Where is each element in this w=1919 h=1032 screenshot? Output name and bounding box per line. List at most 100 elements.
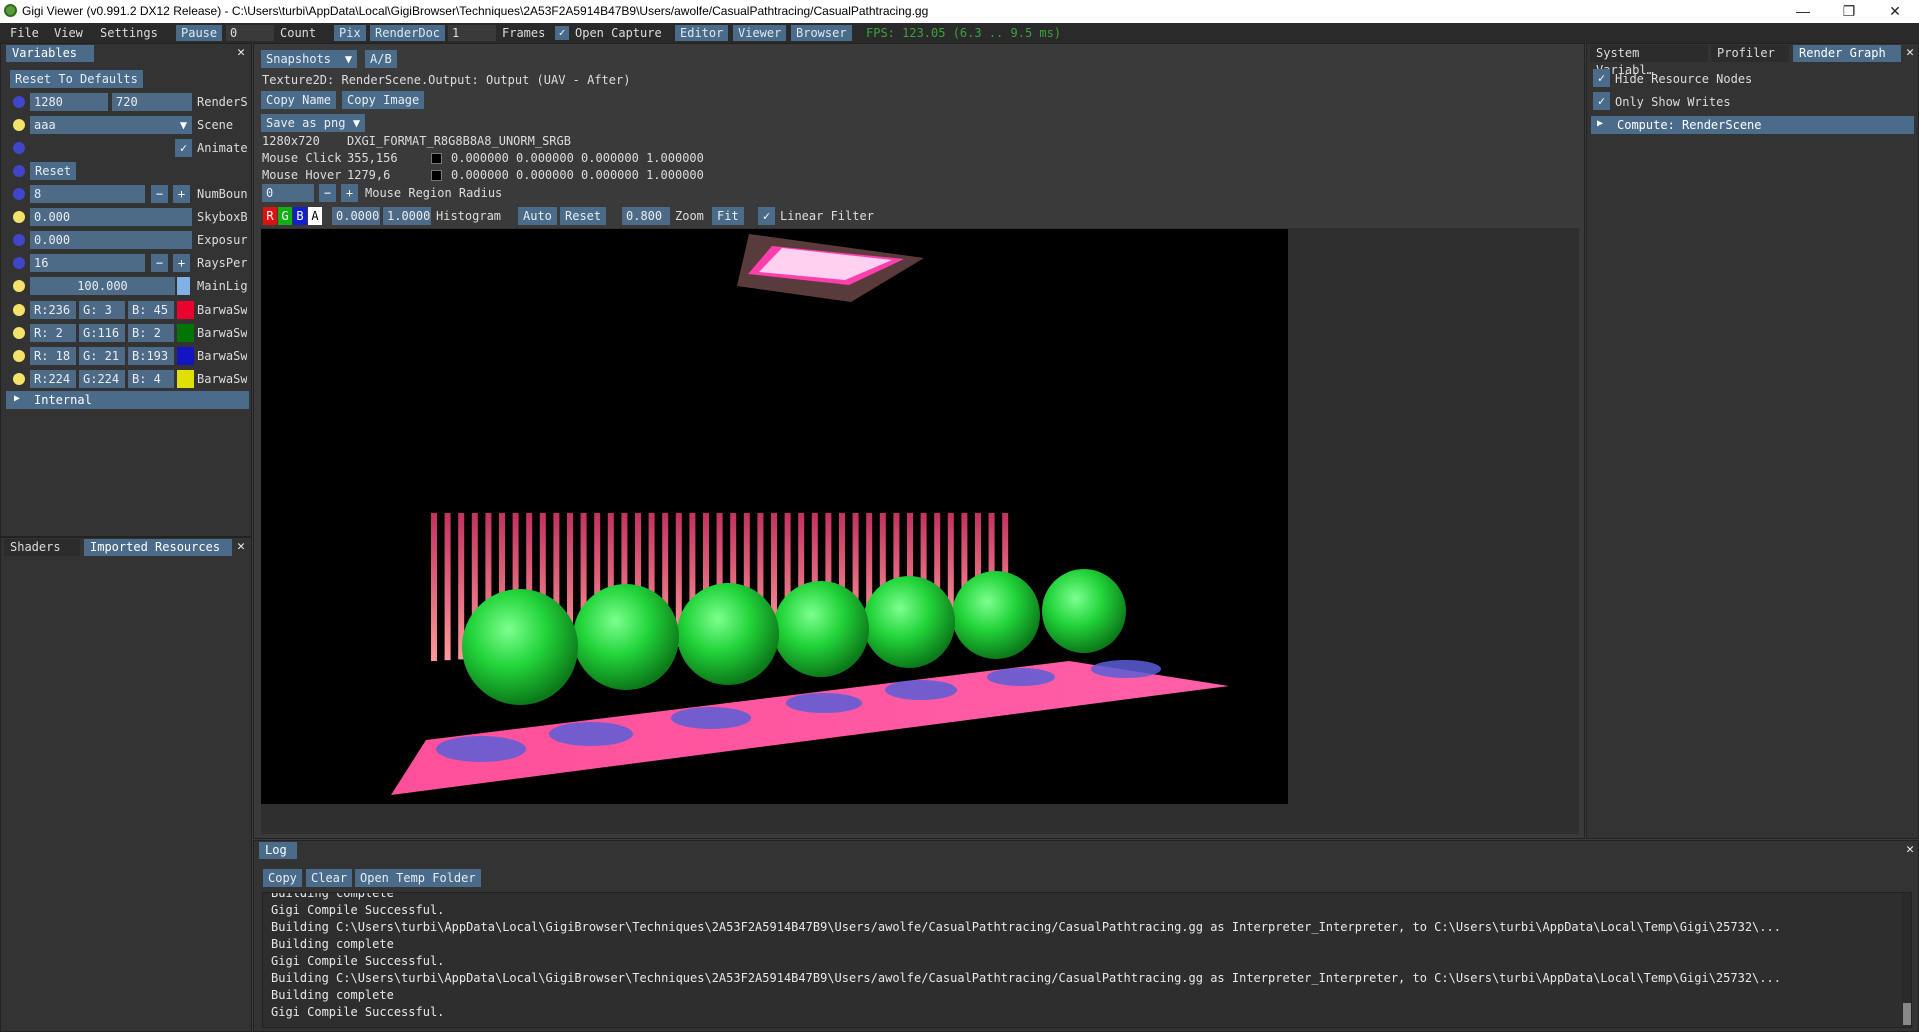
swatch-g-input[interactable]: G:224 bbox=[79, 370, 125, 388]
auto-button[interactable]: Auto bbox=[518, 207, 557, 225]
main-light-input[interactable]: 100.000 bbox=[30, 277, 175, 295]
log-scrollbar[interactable] bbox=[1902, 893, 1911, 1027]
increment-button[interactable]: + bbox=[173, 185, 190, 203]
tab-variables[interactable]: Variables bbox=[6, 45, 94, 62]
swatch-g-input[interactable]: G:116 bbox=[79, 324, 125, 342]
channel-a-toggle[interactable]: A bbox=[308, 207, 322, 225]
swatch-r-input[interactable]: R:236 bbox=[30, 301, 76, 319]
reset-to-defaults-button[interactable]: Reset To Defaults bbox=[10, 70, 143, 88]
texture-dimensions: 1280x720 bbox=[262, 134, 320, 148]
hide-resource-nodes-check-icon[interactable]: ✓ bbox=[1593, 69, 1610, 87]
main-light-color-swatch[interactable] bbox=[177, 277, 190, 295]
render-graph-node-renderscene[interactable]: ▶ Compute: RenderScene bbox=[1591, 116, 1914, 134]
copy-image-button[interactable]: Copy Image bbox=[342, 91, 425, 109]
zoom-input[interactable]: 0.800 bbox=[622, 207, 670, 225]
histogram-min-input[interactable]: 0.0000 bbox=[332, 207, 380, 225]
log-panel: Log ✕ Copy Clear Open Temp Folder Buildi… bbox=[253, 840, 1919, 1032]
swatch-b-input[interactable]: B:193 bbox=[128, 347, 174, 365]
count-label: Count bbox=[280, 26, 317, 40]
frames-input[interactable]: 1 bbox=[448, 25, 496, 41]
copy-name-button[interactable]: Copy Name bbox=[261, 91, 337, 109]
linear-filter-check-icon[interactable]: ✓ bbox=[758, 207, 775, 225]
variable-dot-icon bbox=[13, 234, 25, 246]
pause-button[interactable]: Pause bbox=[176, 25, 223, 41]
maximize-button[interactable]: ❐ bbox=[1826, 0, 1872, 23]
render-graph-node-label: Compute: RenderScene bbox=[1617, 118, 1762, 132]
swatch-b-input[interactable]: B: 4 bbox=[128, 370, 174, 388]
swatch-color-preview[interactable] bbox=[177, 347, 194, 365]
rays-per-pixel-input[interactable]: 16 bbox=[30, 254, 145, 272]
ab-button[interactable]: A/B bbox=[365, 50, 397, 68]
exposure-input[interactable]: 0.000 bbox=[30, 231, 192, 249]
decrement-button[interactable]: − bbox=[319, 184, 336, 202]
browser-button[interactable]: Browser bbox=[791, 25, 852, 41]
swatch-g-input[interactable]: G: 21 bbox=[79, 347, 125, 365]
tab-log[interactable]: Log bbox=[259, 842, 297, 859]
increment-button[interactable]: + bbox=[173, 254, 190, 272]
chevron-down-icon[interactable]: ▼ bbox=[175, 116, 192, 134]
renderdoc-button[interactable]: RenderDoc bbox=[370, 25, 446, 41]
swatch-color-preview[interactable] bbox=[177, 370, 194, 388]
save-as-select[interactable]: Save as png bbox=[261, 114, 349, 132]
fps-readout: FPS: 123.05 (6.3 .. 9.5 ms) bbox=[866, 26, 1062, 40]
menu-file[interactable]: File bbox=[10, 26, 39, 40]
mouse-region-radius-input[interactable]: 0 bbox=[262, 184, 314, 202]
histogram-max-input[interactable]: 1.0000 bbox=[383, 207, 431, 225]
render-width-input[interactable]: 1280 bbox=[30, 93, 108, 111]
log-scrollbar-thumb[interactable] bbox=[1903, 1003, 1911, 1025]
render-height-input[interactable]: 720 bbox=[112, 93, 192, 111]
swatch-r-input[interactable]: R: 2 bbox=[30, 324, 76, 342]
menu-view[interactable]: View bbox=[54, 26, 83, 40]
chevron-down-icon[interactable]: ▼ bbox=[340, 50, 357, 68]
swatch-color-preview[interactable] bbox=[177, 301, 194, 319]
swatch-g-input[interactable]: G: 3 bbox=[79, 301, 125, 319]
decrement-button[interactable]: − bbox=[151, 254, 168, 272]
animate-check-icon[interactable]: ✓ bbox=[175, 139, 192, 157]
snapshots-select[interactable]: Snapshots bbox=[261, 50, 341, 68]
close-icon[interactable]: ✕ bbox=[1903, 46, 1917, 60]
close-icon[interactable]: ✕ bbox=[234, 540, 248, 554]
log-clear-button[interactable]: Clear bbox=[306, 869, 353, 887]
pause-count-input[interactable]: 0 bbox=[226, 25, 274, 41]
open-temp-folder-button[interactable]: Open Temp Folder bbox=[355, 869, 481, 887]
swatch-b-input[interactable]: B: 2 bbox=[128, 324, 174, 342]
channel-r-toggle[interactable]: R bbox=[263, 207, 277, 225]
tab-profiler[interactable]: Profiler bbox=[1711, 45, 1789, 62]
close-icon[interactable]: ✕ bbox=[234, 46, 248, 60]
decrement-button[interactable]: − bbox=[151, 185, 168, 203]
editor-button[interactable]: Editor bbox=[675, 25, 729, 41]
channel-b-toggle[interactable]: B bbox=[293, 207, 307, 225]
swatch-color-preview[interactable] bbox=[177, 324, 194, 342]
log-output[interactable]: Building complete Gigi Compile Successful… bbox=[262, 892, 1912, 1028]
viewer-button[interactable]: Viewer bbox=[733, 25, 787, 41]
fit-button[interactable]: Fit bbox=[712, 207, 744, 225]
menu-settings[interactable]: Settings bbox=[100, 26, 158, 40]
swatch-b-input[interactable]: B: 45 bbox=[128, 301, 174, 319]
histogram-reset-button[interactable]: Reset bbox=[560, 207, 607, 225]
log-copy-button[interactable]: Copy bbox=[263, 869, 302, 887]
chevron-down-icon[interactable]: ▼ bbox=[348, 114, 365, 132]
internal-group-header[interactable]: ▶ Internal bbox=[6, 391, 249, 409]
only-show-writes-check-icon[interactable]: ✓ bbox=[1593, 92, 1610, 110]
tab-shaders[interactable]: Shaders bbox=[4, 539, 80, 556]
swatch-r-input[interactable]: R: 18 bbox=[30, 347, 76, 365]
minimize-button[interactable]: — bbox=[1780, 0, 1826, 23]
chevron-right-icon: ▶ bbox=[14, 393, 21, 404]
tab-system-variables[interactable]: System Variabl… bbox=[1590, 45, 1708, 77]
close-icon[interactable]: ✕ bbox=[1903, 843, 1917, 857]
increment-button[interactable]: + bbox=[341, 184, 358, 202]
channel-g-toggle[interactable]: G bbox=[278, 207, 292, 225]
window-titlebar: Gigi Viewer (v0.991.2 DX12 Release) - C:… bbox=[0, 0, 1919, 23]
tab-render-graph[interactable]: Render Graph bbox=[1793, 45, 1901, 62]
pix-button[interactable]: Pix bbox=[334, 25, 366, 41]
swatch-r-input[interactable]: R:224 bbox=[30, 370, 76, 388]
skybox-brightness-input[interactable]: 0.000 bbox=[30, 208, 192, 226]
render-output-image[interactable] bbox=[261, 229, 1288, 804]
variables-panel: Variables ✕ Reset To Defaults 1280 720 R… bbox=[0, 43, 252, 537]
close-window-button[interactable]: ✕ bbox=[1872, 0, 1918, 23]
reset-button[interactable]: Reset bbox=[30, 162, 77, 180]
open-capture-check-icon[interactable]: ✓ bbox=[555, 26, 569, 40]
scene-select[interactable]: aaa bbox=[30, 116, 175, 134]
tab-imported-resources[interactable]: Imported Resources bbox=[84, 539, 232, 556]
num-bounces-input[interactable]: 8 bbox=[30, 185, 145, 203]
